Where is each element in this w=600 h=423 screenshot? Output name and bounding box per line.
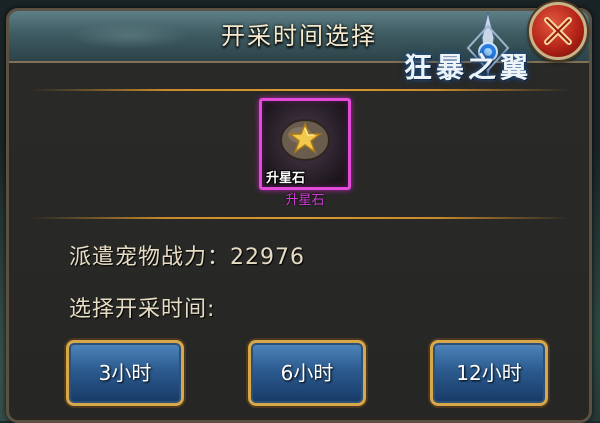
time-option-12h-button[interactable]: 12小时 (430, 340, 548, 406)
pet-power-value: 22976 (230, 245, 306, 270)
dialog-title: 开采时间选择 (221, 22, 377, 50)
time-option-3h-button[interactable]: 3小时 (66, 340, 184, 406)
pet-power-label: 派遣宠物战力： (69, 245, 231, 270)
close-icon (544, 17, 572, 45)
item-slot-label: 升星石 (266, 171, 306, 186)
item-name: 升星石 (285, 193, 325, 208)
pet-power-line: 派遣宠物战力：22976 (69, 239, 305, 271)
item-slot[interactable]: 升星石 (259, 98, 351, 190)
time-option-6h-button[interactable]: 6小时 (248, 340, 366, 406)
divider-middle (31, 217, 571, 219)
select-time-label: 选择开采时间: (69, 297, 216, 322)
star-stone-icon (280, 119, 330, 161)
close-button[interactable] (529, 2, 587, 60)
